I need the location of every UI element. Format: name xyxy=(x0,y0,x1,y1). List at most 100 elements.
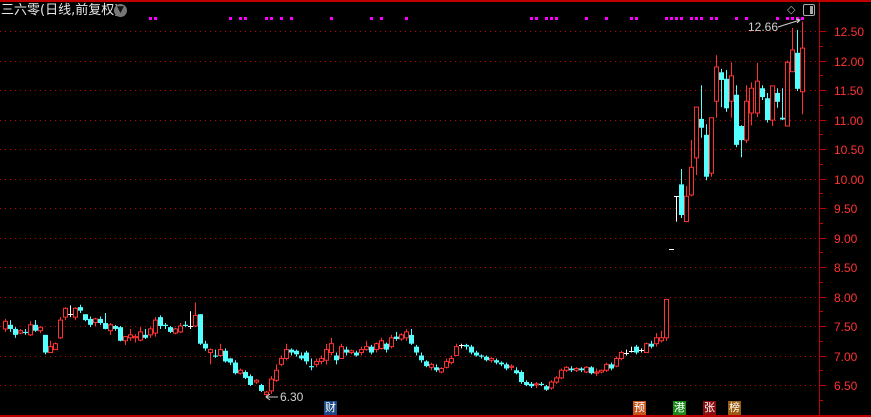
y-tick-label: 6.50 xyxy=(834,378,858,393)
candle-body-down xyxy=(394,336,399,339)
candle-body-up xyxy=(148,328,153,336)
candle-body-down xyxy=(8,324,13,329)
candle-body-up xyxy=(53,343,58,351)
candle-body-down xyxy=(228,358,233,363)
candle-body-up xyxy=(284,349,289,359)
candle-body-up xyxy=(238,369,243,374)
candle-body-up xyxy=(108,324,113,332)
candle-body-down xyxy=(88,318,93,325)
signal-marker xyxy=(695,17,698,20)
candle-body-down xyxy=(739,125,744,141)
candle-body-up xyxy=(659,337,664,342)
candle-body-up xyxy=(709,117,714,174)
candle-body-up xyxy=(153,319,158,334)
signal-marker xyxy=(801,17,804,20)
candlestick-plot[interactable] xyxy=(0,0,871,417)
candle-body-down xyxy=(13,328,18,335)
signal-marker xyxy=(380,17,383,20)
candle-body-down xyxy=(98,318,103,324)
candle-body-up xyxy=(208,349,213,354)
candle-body-down xyxy=(795,52,800,89)
candle-body-down xyxy=(469,346,474,353)
candle-body-up xyxy=(714,66,719,102)
candle-body-up xyxy=(444,360,449,368)
candle-body-down xyxy=(23,331,28,334)
candle-body-up xyxy=(359,349,364,354)
candle-body-up xyxy=(729,75,734,102)
candle-body-up xyxy=(319,357,324,362)
candle-body-down xyxy=(775,92,780,102)
candle-body-up xyxy=(3,320,8,330)
candle-body-down xyxy=(248,376,253,385)
signal-marker xyxy=(154,17,157,20)
signal-marker xyxy=(605,17,608,20)
y-tick-label: 11.00 xyxy=(834,113,864,128)
candle-body-up xyxy=(349,350,354,354)
y-tick-label: 10.00 xyxy=(834,172,865,187)
candle-body-down xyxy=(474,352,479,356)
candle-body-down xyxy=(414,346,419,353)
candle-body-down xyxy=(649,343,654,347)
candle-body-down xyxy=(464,344,469,347)
candle-body-down xyxy=(499,362,504,365)
candle-body-down xyxy=(519,372,524,383)
signal-marker xyxy=(555,17,558,20)
candle-body-up xyxy=(314,360,319,365)
candle-body-down xyxy=(529,383,534,387)
event-marker-billboard[interactable]: 榜 xyxy=(728,401,741,415)
candle-body-up xyxy=(559,369,564,379)
candle-body-up xyxy=(48,346,53,354)
candle-body-up xyxy=(93,318,98,323)
candle-body-down xyxy=(163,324,168,326)
candle-body-down xyxy=(183,324,188,326)
candle-body-up xyxy=(439,367,444,373)
candle-body-up xyxy=(254,379,259,383)
event-marker-finance[interactable]: 财 xyxy=(324,401,337,415)
signal-marker xyxy=(535,17,538,20)
candle-body-up xyxy=(614,357,619,367)
signal-marker xyxy=(690,17,693,20)
candle-body-down xyxy=(409,334,414,344)
candle-body-up xyxy=(449,357,454,364)
candle-body-down xyxy=(589,367,594,374)
candle-body-down xyxy=(504,364,509,369)
event-marker-forecast[interactable]: 预 xyxy=(633,401,646,415)
candle-body-down xyxy=(679,184,684,216)
y-tick-label: 8.50 xyxy=(834,260,858,275)
candle-body-up xyxy=(329,343,334,354)
signal-marker xyxy=(715,17,718,20)
signal-marker xyxy=(630,17,633,20)
candle-body-up xyxy=(389,337,394,348)
candle-body-down xyxy=(309,366,314,368)
signal-marker xyxy=(585,17,588,20)
candle-body-down xyxy=(724,78,729,109)
event-marker-hk-connect[interactable]: 港 xyxy=(673,401,686,415)
signal-marker xyxy=(635,17,638,20)
candle-body-down xyxy=(43,334,48,353)
candle-body-down xyxy=(765,98,770,121)
candle-body-up xyxy=(339,346,344,359)
candle-body-up xyxy=(429,363,434,368)
event-marker-limit-up[interactable]: 张 xyxy=(703,401,716,415)
candle-body-up xyxy=(128,334,133,339)
y-tick-label: 9.00 xyxy=(834,231,858,246)
candle-body-up xyxy=(269,378,274,392)
candle-body-up xyxy=(18,330,23,334)
candle-body-up xyxy=(218,349,223,357)
candle-body-up xyxy=(264,391,269,395)
candle-body-up xyxy=(28,324,33,336)
candle-body-down xyxy=(83,314,88,321)
candle-body-up xyxy=(374,343,379,351)
candle-body-up xyxy=(584,366,589,373)
signal-marker xyxy=(290,17,293,20)
high-price-label: 12.66 xyxy=(748,20,779,34)
candle-body-down xyxy=(223,350,228,362)
signal-marker xyxy=(280,17,283,20)
candle-body-down xyxy=(579,368,584,371)
candle-body-up xyxy=(364,346,369,351)
candle-body-up xyxy=(790,49,795,73)
candle-body-down xyxy=(494,360,499,363)
candle-body-up xyxy=(38,326,43,332)
candle-body-up xyxy=(554,377,559,383)
candle-body-up xyxy=(684,195,689,223)
